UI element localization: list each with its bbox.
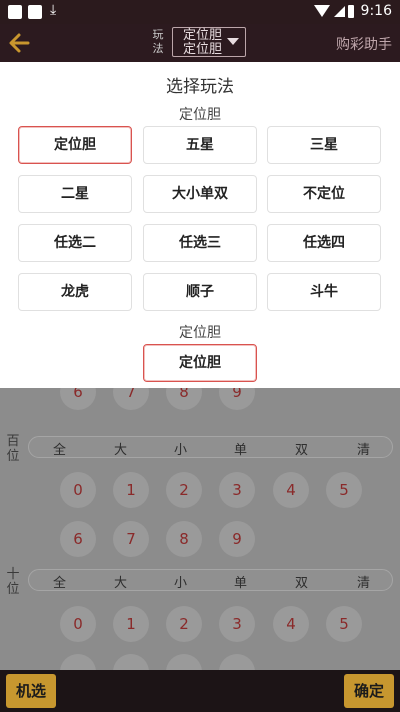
option-renxuan4[interactable]: 任选四 bbox=[267, 224, 381, 262]
option-longhu[interactable]: 龙虎 bbox=[18, 273, 132, 311]
filter-small[interactable]: 小 bbox=[174, 572, 187, 591]
play-select-line2: 定位胆 bbox=[183, 42, 223, 57]
bottom-bar: 机选 确定 bbox=[0, 670, 400, 712]
digit-ball[interactable]: 8 bbox=[166, 388, 202, 410]
digit-ball-partial[interactable] bbox=[166, 654, 202, 670]
filter-bar-hundreds: 全 大 小 单 双 清 bbox=[28, 436, 393, 458]
filter-small[interactable]: 小 bbox=[174, 439, 187, 458]
digit-ball[interactable]: 1 bbox=[113, 606, 149, 642]
digit-ball[interactable]: 6 bbox=[60, 521, 96, 557]
download-icon: ⤓ bbox=[50, 2, 57, 18]
digit-ball[interactable]: 0 bbox=[60, 472, 96, 508]
battery-icon bbox=[348, 5, 354, 18]
purchase-helper-link[interactable]: 购彩助手 bbox=[336, 34, 392, 54]
digit-ball[interactable]: 2 bbox=[166, 606, 202, 642]
option-douniu[interactable]: 斗牛 bbox=[267, 273, 381, 311]
filter-all[interactable]: 全 bbox=[53, 572, 66, 591]
section-label: 定位胆 bbox=[179, 107, 221, 123]
play-type-label: 玩法 bbox=[152, 28, 164, 55]
digit-ball[interactable]: 4 bbox=[273, 606, 309, 642]
digit-ball[interactable]: 3 bbox=[219, 472, 255, 508]
notification-icon bbox=[8, 5, 22, 19]
digit-ball[interactable]: 7 bbox=[113, 521, 149, 557]
option-renxuan3[interactable]: 任选三 bbox=[143, 224, 257, 262]
digit-ball-partial[interactable] bbox=[219, 654, 255, 670]
digit-ball[interactable]: 8 bbox=[166, 521, 202, 557]
play-select-line1: 定位胆 bbox=[183, 28, 223, 43]
filter-odd[interactable]: 单 bbox=[234, 572, 247, 591]
betting-board-overlay: 6 7 8 9 百位 全 大 小 单 双 清 0 1 2 3 4 5 6 7 8… bbox=[0, 388, 400, 670]
top-bar: 玩法 定位胆 定位胆 购彩助手 bbox=[0, 24, 400, 62]
option-wuxing[interactable]: 五星 bbox=[143, 126, 257, 164]
filter-even[interactable]: 双 bbox=[295, 572, 308, 591]
sub-option-dingweidan[interactable]: 定位胆 bbox=[143, 344, 257, 382]
digit-ball[interactable]: 7 bbox=[113, 388, 149, 410]
digit-ball[interactable]: 4 bbox=[273, 472, 309, 508]
play-selection-panel: 选择玩法 定位胆 定位胆 五星 三星 二星 大小单双 不定位 任选二 任选三 任… bbox=[0, 62, 400, 388]
digit-ball[interactable]: 9 bbox=[219, 388, 255, 410]
option-daxiaodanshuang[interactable]: 大小单双 bbox=[143, 175, 257, 213]
filter-bar-tens: 全 大 小 单 双 清 bbox=[28, 569, 393, 591]
digit-ball[interactable]: 2 bbox=[166, 472, 202, 508]
option-sanxing[interactable]: 三星 bbox=[267, 126, 381, 164]
status-time: 9:16 bbox=[360, 3, 392, 19]
status-bar: ⤓ 9:16 bbox=[0, 0, 400, 24]
confirm-button[interactable]: 确定 bbox=[344, 674, 394, 708]
option-budingwei[interactable]: 不定位 bbox=[267, 175, 381, 213]
digit-ball[interactable]: 0 bbox=[60, 606, 96, 642]
filter-all[interactable]: 全 bbox=[53, 439, 66, 458]
option-erxing[interactable]: 二星 bbox=[18, 175, 132, 213]
option-shunzi[interactable]: 顺子 bbox=[143, 273, 257, 311]
back-arrow-icon[interactable] bbox=[6, 29, 34, 57]
sub-section-label: 定位胆 bbox=[179, 325, 221, 341]
digit-ball[interactable]: 3 bbox=[219, 606, 255, 642]
panel-title: 选择玩法 bbox=[166, 77, 234, 97]
filter-big[interactable]: 大 bbox=[114, 439, 127, 458]
play-type-select[interactable]: 定位胆 定位胆 bbox=[172, 27, 246, 57]
row-label-tens: 十位 bbox=[6, 567, 20, 597]
filter-even[interactable]: 双 bbox=[295, 439, 308, 458]
digit-ball-partial[interactable] bbox=[113, 654, 149, 670]
digit-ball[interactable]: 5 bbox=[326, 472, 362, 508]
notification-icon bbox=[28, 5, 42, 19]
digit-ball-partial[interactable] bbox=[60, 654, 96, 670]
digit-ball[interactable]: 9 bbox=[219, 521, 255, 557]
digit-ball[interactable]: 1 bbox=[113, 472, 149, 508]
filter-big[interactable]: 大 bbox=[114, 572, 127, 591]
filter-odd[interactable]: 单 bbox=[234, 439, 247, 458]
signal-icon bbox=[334, 6, 345, 17]
wifi-icon bbox=[314, 5, 330, 17]
filter-clear[interactable]: 清 bbox=[357, 439, 370, 458]
row-label-hundreds: 百位 bbox=[6, 434, 20, 464]
option-dingweidan[interactable]: 定位胆 bbox=[18, 126, 132, 164]
random-pick-button[interactable]: 机选 bbox=[6, 674, 56, 708]
filter-clear[interactable]: 清 bbox=[357, 572, 370, 591]
option-renxuan2[interactable]: 任选二 bbox=[18, 224, 132, 262]
digit-ball[interactable]: 5 bbox=[326, 606, 362, 642]
caret-down-icon bbox=[227, 38, 239, 45]
digit-ball[interactable]: 6 bbox=[60, 388, 96, 410]
